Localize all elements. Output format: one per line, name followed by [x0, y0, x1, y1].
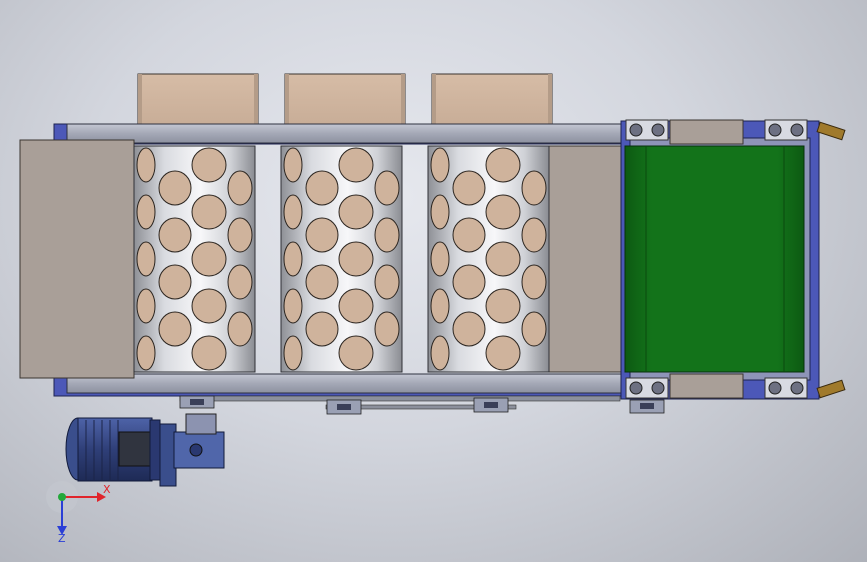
- motor-terminal-box: [118, 431, 152, 467]
- drum-hole: [374, 217, 400, 253]
- hopper-1: [137, 73, 259, 127]
- drum-hole: [191, 335, 227, 371]
- drum-hole: [452, 311, 486, 347]
- drum-hole: [485, 288, 521, 324]
- drum-hole: [136, 194, 156, 230]
- cad-assembly-view: X Z: [19, 73, 846, 545]
- gearbox-output-shaft: [185, 413, 217, 435]
- bearing-block: [625, 377, 669, 399]
- drum-hole: [227, 311, 253, 347]
- bearing-block: [764, 377, 808, 399]
- drum-hole: [227, 170, 253, 206]
- drum-hole: [158, 264, 192, 300]
- drum-hole: [136, 335, 156, 371]
- drum-hole: [227, 264, 253, 300]
- drum-hole: [430, 147, 450, 183]
- feed-tray: [19, 139, 135, 379]
- discharge-plate: [548, 145, 623, 373]
- hopper-2: [284, 73, 406, 127]
- drum-hole: [452, 264, 486, 300]
- drum-hole: [521, 264, 547, 300]
- end-bracket: [816, 379, 846, 399]
- drum-hole: [191, 194, 227, 230]
- perforated-drum: [280, 145, 403, 373]
- drum-hole: [158, 311, 192, 347]
- perforated-drum: [427, 145, 550, 373]
- bearing-block: [625, 119, 669, 141]
- drum-hole: [191, 147, 227, 183]
- drum-hole: [338, 241, 374, 277]
- drum-hole: [191, 288, 227, 324]
- drum-hole: [136, 288, 156, 324]
- drum-hole: [374, 264, 400, 300]
- conveyor-belt: [624, 145, 805, 373]
- drum-hole: [305, 170, 339, 206]
- drum-hole: [283, 194, 303, 230]
- drum-hole: [338, 194, 374, 230]
- bottom-rail: [66, 373, 622, 394]
- drum-hole: [338, 335, 374, 371]
- drum-hole: [158, 170, 192, 206]
- drum-hole: [227, 217, 253, 253]
- drum-hole: [521, 170, 547, 206]
- top-rail: [66, 123, 622, 144]
- drum-hole: [521, 217, 547, 253]
- chain-drive: [179, 395, 665, 415]
- conveyor-section: [620, 119, 846, 400]
- drum-hole: [191, 241, 227, 277]
- end-bracket: [816, 121, 846, 141]
- drum-hole: [374, 170, 400, 206]
- drum-hole: [485, 147, 521, 183]
- drum-hole: [136, 147, 156, 183]
- drum-hole: [430, 335, 450, 371]
- hopper-group: [137, 73, 553, 127]
- drum-hole: [136, 241, 156, 277]
- drum-hole: [305, 217, 339, 253]
- drum-hole: [485, 194, 521, 230]
- drum-hole: [283, 147, 303, 183]
- coordinate-triad: X Z: [46, 481, 111, 545]
- drum-hole: [452, 170, 486, 206]
- drum-hole: [374, 311, 400, 347]
- sprocket: [179, 395, 215, 409]
- hopper-3: [431, 73, 553, 127]
- drum-hole: [485, 335, 521, 371]
- x-axis-label: X: [103, 483, 111, 496]
- drum-hole: [485, 241, 521, 277]
- drum-hole: [305, 264, 339, 300]
- drum-hole: [338, 147, 374, 183]
- drum-hole: [452, 217, 486, 253]
- drum-hole: [158, 217, 192, 253]
- sprocket: [473, 397, 509, 413]
- sprocket: [326, 399, 362, 415]
- drum-hole: [338, 288, 374, 324]
- drum-hole: [305, 311, 339, 347]
- drum-hole: [430, 241, 450, 277]
- drum-hole: [430, 194, 450, 230]
- drum-hole: [283, 241, 303, 277]
- drum-hole: [283, 288, 303, 324]
- bearing-block: [764, 119, 808, 141]
- y-axis-dot: [58, 493, 66, 501]
- drum-hole: [283, 335, 303, 371]
- belt-tensioner-bottom: [669, 373, 744, 399]
- drum-hole: [521, 311, 547, 347]
- drum-hole: [430, 288, 450, 324]
- perforated-drum: [133, 145, 256, 373]
- drive-motor: [65, 413, 225, 487]
- sprocket: [629, 399, 665, 414]
- belt-tensioner-top: [669, 119, 744, 145]
- perforated-drum-group: [133, 145, 550, 373]
- z-axis-label: Z: [58, 532, 66, 545]
